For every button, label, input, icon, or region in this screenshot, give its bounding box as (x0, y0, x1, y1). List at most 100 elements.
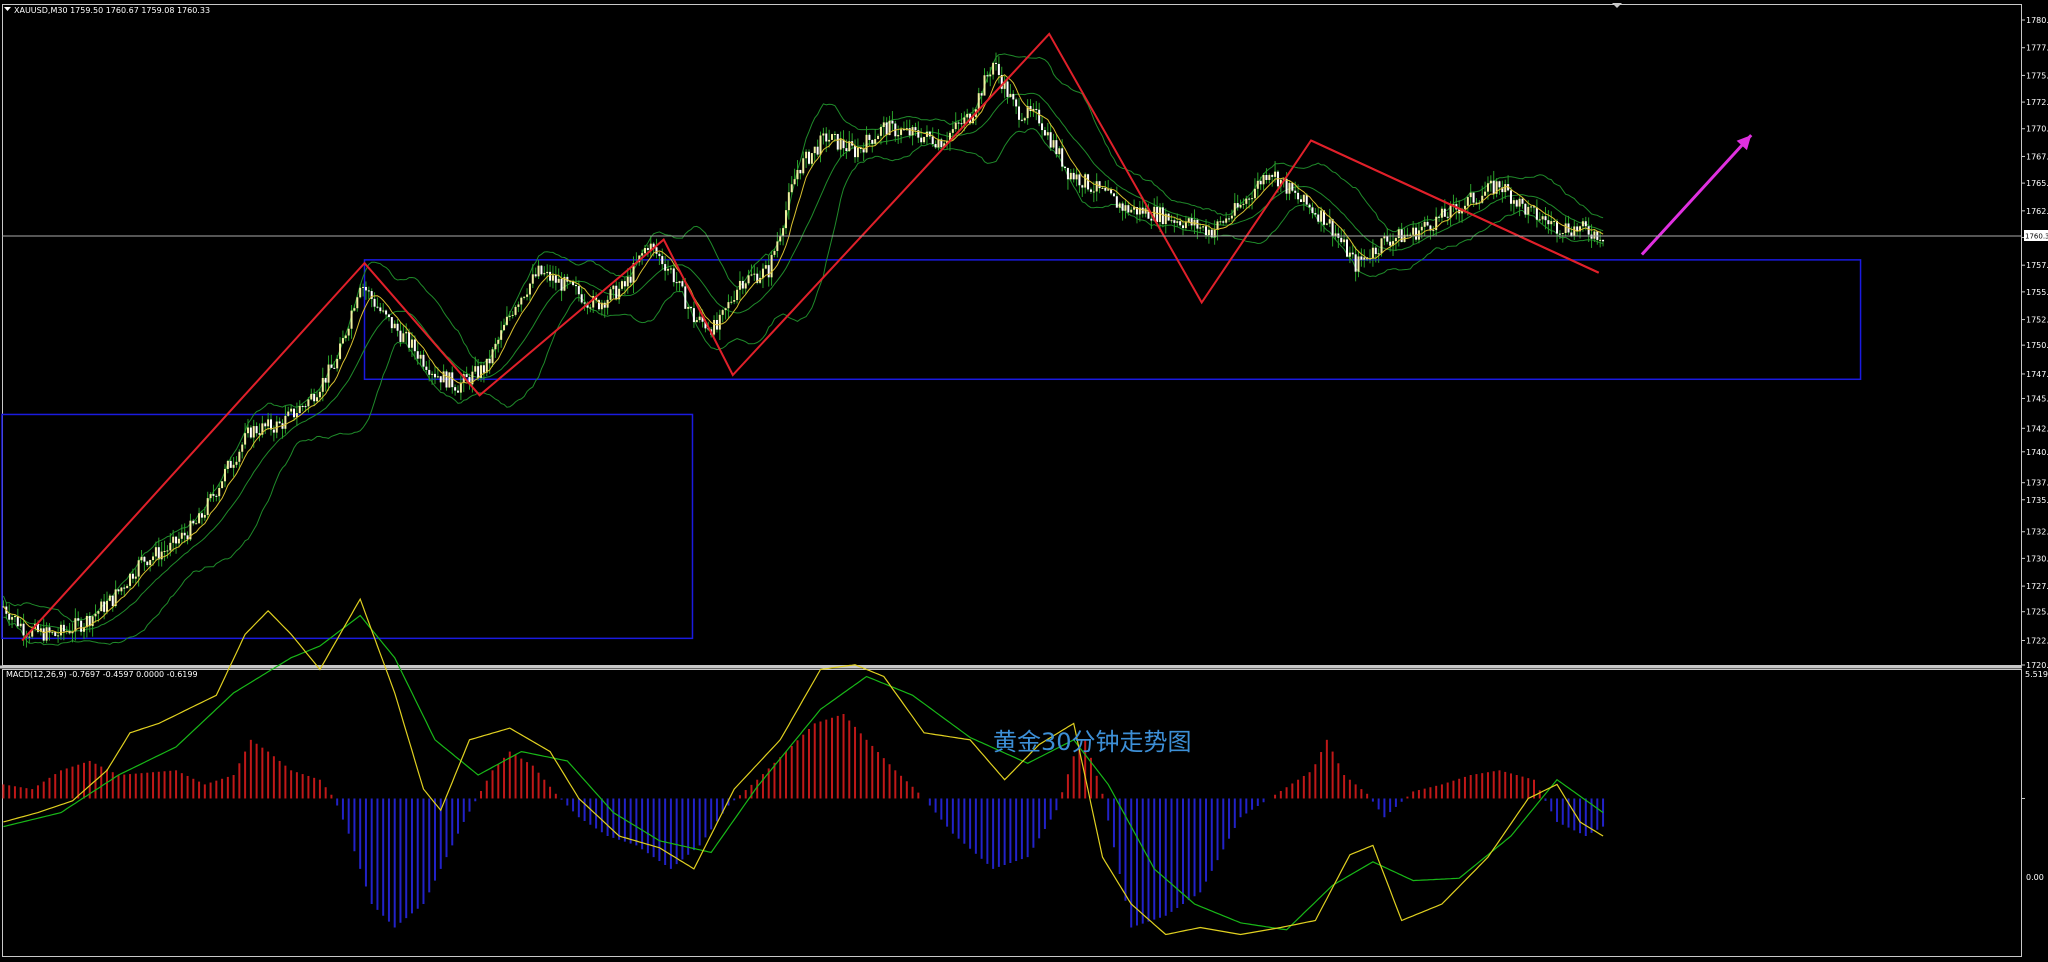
candle-body (333, 367, 336, 369)
candle-body (379, 307, 382, 312)
candle-body (1112, 193, 1115, 197)
candle-body (491, 349, 494, 364)
candle-body (997, 63, 1000, 75)
candle-body (154, 547, 157, 557)
candle-body (793, 179, 796, 185)
candle-body (1118, 203, 1121, 208)
candle-body (1251, 198, 1254, 200)
candle-body (609, 289, 612, 300)
candle-body (690, 307, 693, 309)
candle-body (1518, 198, 1521, 207)
y-tick-label: 1740.0 (2026, 448, 2048, 457)
candle-body (235, 461, 238, 465)
candle-body (85, 615, 88, 628)
candle-body (828, 139, 831, 142)
y-tick-label: 1750.0 (2026, 341, 2048, 350)
candle-body (554, 275, 557, 283)
candle-body (1052, 140, 1055, 148)
candle-body (744, 283, 747, 289)
candle-body (42, 628, 45, 641)
candle-body (183, 532, 186, 536)
candle-body (264, 423, 267, 427)
candle-body (528, 283, 531, 295)
candle-body (1426, 221, 1429, 226)
candle-body (131, 573, 134, 579)
candle-body (1377, 253, 1380, 255)
candle-body (324, 377, 327, 383)
candle-body (157, 547, 160, 560)
candle-body (923, 136, 926, 143)
candle-body (1345, 239, 1348, 257)
candle-body (790, 184, 793, 193)
candle-body (1158, 207, 1161, 222)
candle-body (387, 314, 390, 318)
candle-body (977, 93, 980, 110)
candle-body (1558, 233, 1561, 235)
candle-body (733, 299, 736, 302)
candle-body (1228, 218, 1231, 220)
candle-body (810, 153, 813, 164)
candle-body (373, 298, 376, 307)
candle-body (488, 358, 491, 364)
y-tick-label: 1757.5 (2026, 261, 2048, 270)
candle-body (503, 324, 506, 331)
candle-body (382, 310, 385, 312)
candle-body (1179, 221, 1182, 226)
candle-body (399, 330, 402, 342)
candle-body (16, 615, 19, 627)
candle-body (698, 316, 701, 321)
candle-body (1320, 210, 1323, 222)
chart-caption: 黄金30分钟走势图 (993, 728, 1192, 756)
candle-body (831, 134, 834, 140)
candle-body (796, 169, 799, 180)
candle-body (1101, 187, 1104, 189)
candle-body (1006, 81, 1009, 97)
candle-body (546, 271, 549, 274)
candle-body (448, 372, 451, 388)
candle-body (177, 538, 180, 544)
candle-body (920, 137, 923, 143)
candle-body (316, 397, 319, 402)
candle-body (451, 372, 454, 388)
candle-body (307, 399, 310, 407)
candle-body (960, 123, 963, 125)
candle-body (626, 276, 629, 287)
candle-body (995, 62, 998, 64)
candle-body (482, 365, 485, 373)
candle-body (1216, 221, 1219, 230)
candle-body (1440, 208, 1443, 218)
candle-body (730, 301, 733, 303)
candle-body (681, 281, 684, 287)
candle-body (934, 143, 937, 148)
candle-body (454, 387, 457, 391)
candle-body (891, 120, 894, 124)
candle-body (868, 134, 871, 140)
candle-body (269, 419, 272, 430)
candle-body (8, 613, 11, 620)
candle-body (51, 632, 54, 634)
candle-body (986, 75, 989, 77)
candle-body (667, 268, 670, 271)
candle-body (192, 520, 195, 524)
candle-body (543, 273, 546, 275)
candle-body (152, 556, 155, 561)
candle-body (91, 616, 94, 627)
candle-body (459, 382, 462, 393)
candle-body (963, 117, 966, 124)
candle-body (1512, 200, 1515, 204)
candle-body (180, 532, 183, 539)
candle-body (1271, 175, 1274, 177)
candle-body (287, 411, 290, 416)
candle-body (298, 406, 301, 414)
candle-body (560, 278, 563, 291)
candle-body (822, 133, 825, 136)
candle-body (1469, 192, 1472, 198)
candle-body (129, 573, 132, 586)
candle-body (94, 613, 97, 617)
candle-body (1274, 171, 1277, 177)
candle-body (126, 585, 129, 589)
candle-body (1230, 215, 1233, 219)
candle-body (497, 339, 500, 344)
candle-body (779, 236, 782, 242)
candle-body (1069, 172, 1072, 180)
